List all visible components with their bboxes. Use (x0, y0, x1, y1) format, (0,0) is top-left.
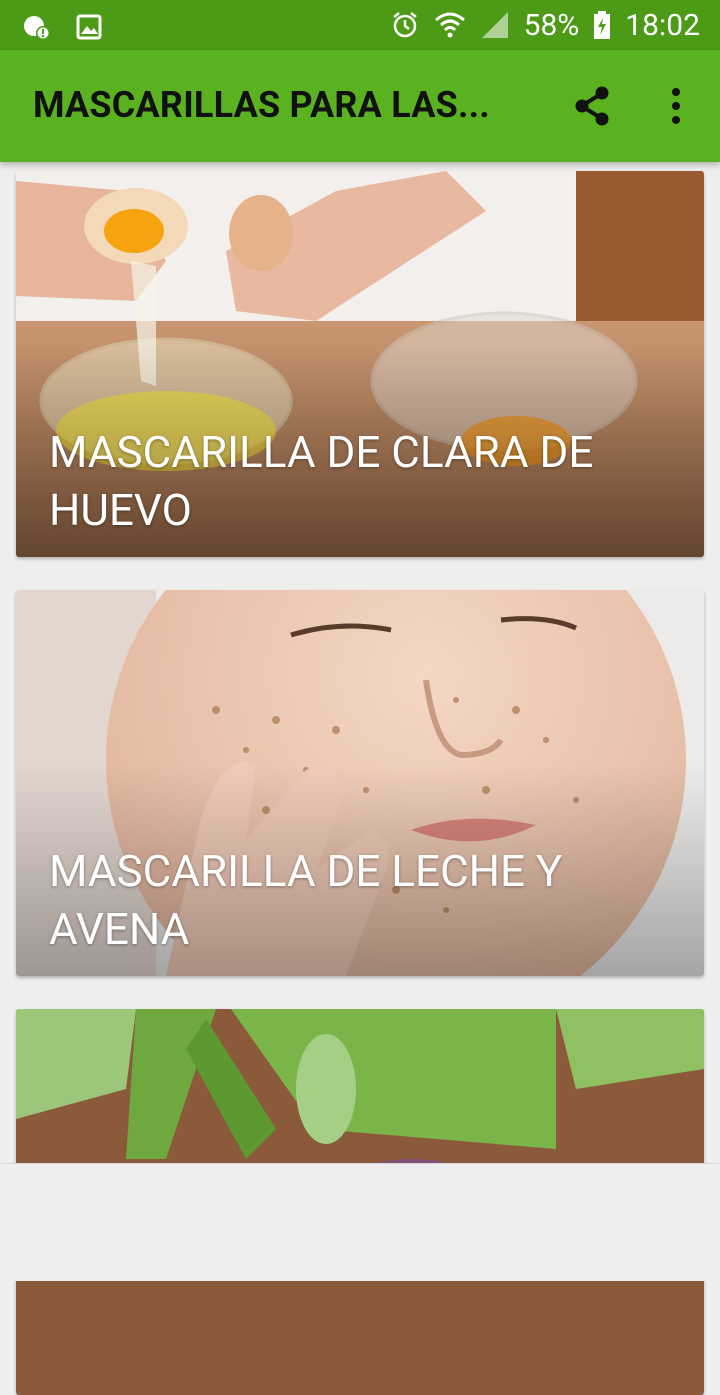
app-bar: MASCARILLAS PARA LAS... (0, 50, 720, 162)
card-egg-white-mask[interactable]: MASCARILLA DE CLARA DE HUEVO (16, 171, 704, 557)
card-title: MASCARILLA DE CLARA DE HUEVO (49, 426, 594, 536)
more-vert-icon (672, 88, 680, 124)
card-milk-oat-mask[interactable]: MASCARILLA DE LECHE Y AVENA (16, 590, 704, 976)
more-options-button[interactable] (652, 82, 700, 130)
wifi-icon (434, 12, 465, 38)
image-notification-icon (76, 14, 102, 40)
card-title: MASCARILLA DE LECHE Y AVENA (49, 845, 563, 955)
battery-percent: 58% (523, 7, 580, 43)
alarm-icon (392, 12, 417, 38)
bottom-empty-area (0, 1163, 720, 1281)
share-icon (575, 86, 609, 126)
signal-icon (481, 12, 508, 38)
clock-time: 18:02 (625, 7, 700, 43)
share-button[interactable] (568, 82, 616, 130)
chat-notification-icon (24, 16, 50, 40)
app-title: MASCARILLAS PARA LAS... (33, 84, 490, 126)
status-bar: 58% 18:02 (0, 0, 720, 50)
battery-charging-icon (594, 11, 611, 39)
